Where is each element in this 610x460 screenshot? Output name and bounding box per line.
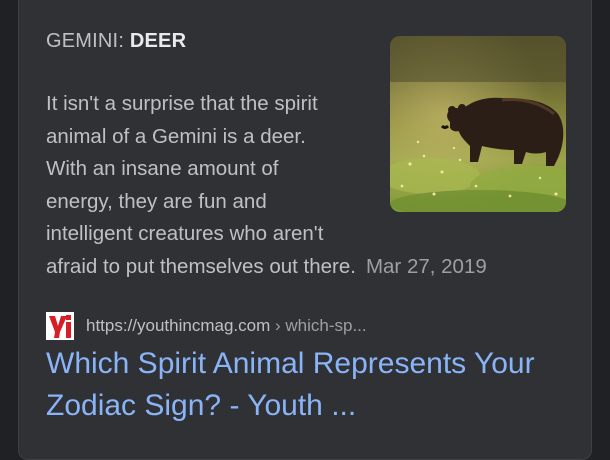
source-path: › which-sp... bbox=[275, 316, 367, 335]
bear-thumbnail[interactable] bbox=[390, 36, 566, 212]
result-date: Mar 27, 2019 bbox=[365, 254, 487, 278]
heading-prefix: GEMINI: bbox=[46, 30, 125, 52]
title-line: Which Spirit Animal Represents Your bbox=[46, 347, 535, 380]
result-card: GEMINI: DEER It isn't a surprise that th… bbox=[18, 0, 592, 460]
bear-image-icon bbox=[390, 36, 566, 212]
heading-bold: DEER bbox=[129, 30, 187, 52]
snippet-line-last: afraid to put themselves out there. Mar 2… bbox=[46, 251, 546, 284]
title-line: Zodiac Sign? - Youth ... bbox=[46, 389, 357, 422]
snippet-line: afraid to put themselves out there. bbox=[46, 254, 356, 278]
result-heading: GEMINI: DEER bbox=[46, 30, 186, 53]
youthinc-favicon-icon bbox=[46, 312, 74, 340]
snippet-line: intelligent creatures who aren't bbox=[46, 222, 324, 245]
result-title-link[interactable]: Which Spirit Animal Represents Your Zodi… bbox=[46, 343, 576, 427]
source-domain: https://youthincmag.com bbox=[86, 316, 271, 335]
source-row[interactable]: https://youthincmag.com › which-sp... bbox=[46, 311, 367, 341]
source-url[interactable]: https://youthincmag.com › which-sp... bbox=[86, 316, 367, 336]
